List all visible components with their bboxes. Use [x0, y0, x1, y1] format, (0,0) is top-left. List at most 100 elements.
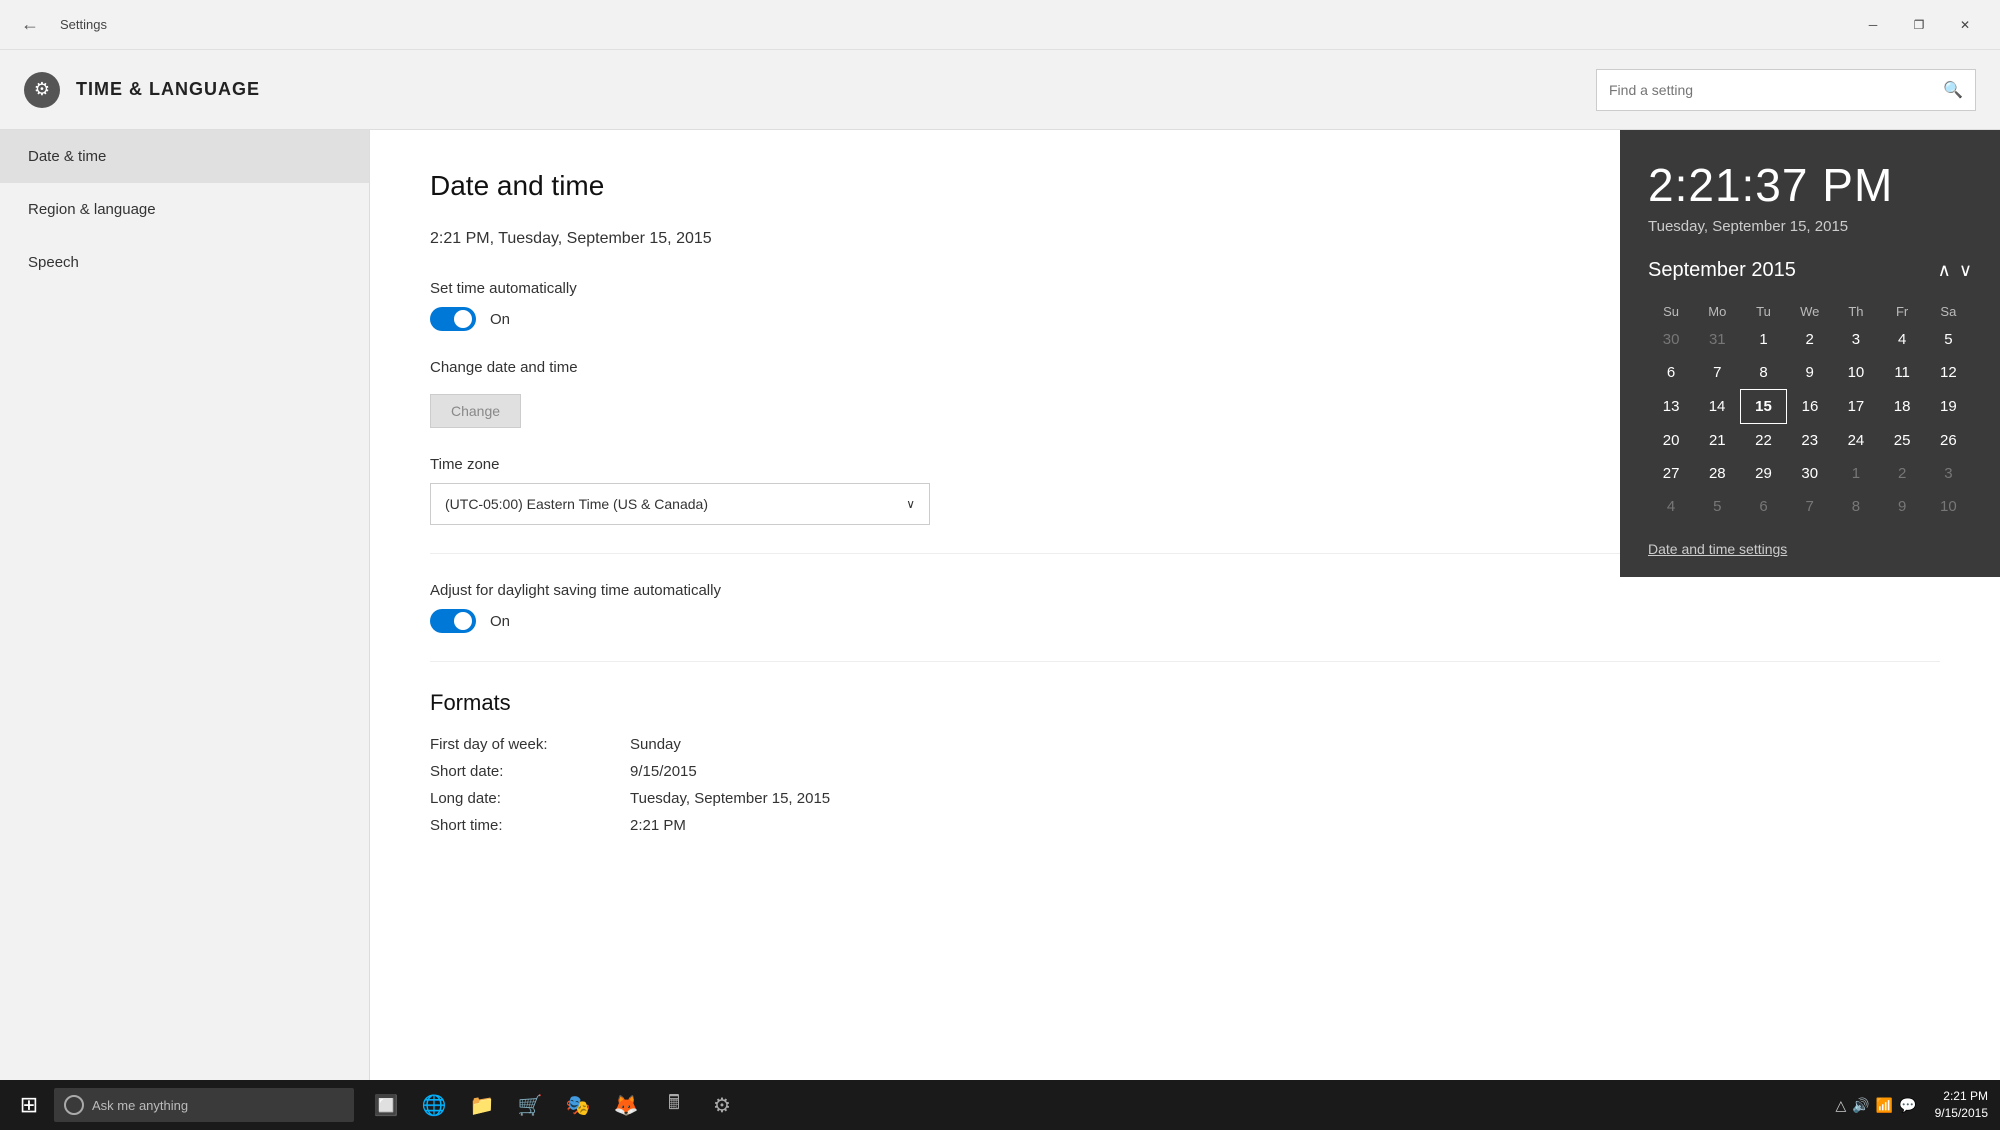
- calendar-day[interactable]: 8: [1833, 490, 1879, 523]
- calendar-day[interactable]: 14: [1694, 390, 1740, 424]
- calendar-day[interactable]: 10: [1925, 490, 1971, 523]
- calendar-day[interactable]: 24: [1833, 424, 1879, 458]
- tray-chevron-icon[interactable]: △: [1836, 1097, 1847, 1114]
- tray-notification-icon[interactable]: 💬: [1899, 1097, 1916, 1114]
- calendar-day[interactable]: 6: [1740, 490, 1786, 523]
- calendar-day[interactable]: 4: [1879, 323, 1925, 356]
- weekday-sa: Sa: [1925, 300, 1971, 323]
- calendar-week-row: 13141516171819: [1648, 390, 1972, 424]
- calendar-nav: ∧ ∨: [1938, 260, 1972, 281]
- calendar-day[interactable]: 1: [1833, 457, 1879, 490]
- close-button[interactable]: ✕: [1942, 0, 1988, 50]
- calendar-day[interactable]: 15: [1740, 390, 1786, 424]
- taskbar-app-explorer[interactable]: 📁: [458, 1080, 506, 1130]
- taskbar-clock[interactable]: 2:21 PM 9/15/2015: [1927, 1088, 1996, 1122]
- dst-toggle[interactable]: [430, 609, 476, 633]
- calendar-day[interactable]: 4: [1648, 490, 1694, 523]
- dropdown-arrow-icon: ∨: [906, 497, 915, 511]
- format-row-2: Long date: Tuesday, September 15, 2015: [430, 790, 1940, 807]
- set-time-auto-toggle[interactable]: [430, 307, 476, 331]
- calendar-day[interactable]: 29: [1740, 457, 1786, 490]
- calendar-day[interactable]: 11: [1879, 356, 1925, 390]
- calendar-day[interactable]: 10: [1833, 356, 1879, 390]
- sidebar-item-speech[interactable]: Speech: [0, 236, 369, 289]
- tray-volume-icon[interactable]: 🔊: [1852, 1097, 1869, 1114]
- settings-icon: ⚙: [24, 72, 60, 108]
- taskbar-app-photos[interactable]: 🎭: [554, 1080, 602, 1130]
- dst-group: Adjust for daylight saving time automati…: [430, 582, 1940, 633]
- calendar-day[interactable]: 8: [1740, 356, 1786, 390]
- maximize-button[interactable]: ❐: [1896, 0, 1942, 50]
- taskbar-app-edge[interactable]: 🌐: [410, 1080, 458, 1130]
- weekday-mo: Mo: [1694, 300, 1740, 323]
- calendar-day[interactable]: 2: [1787, 323, 1833, 356]
- calendar-day[interactable]: 7: [1694, 356, 1740, 390]
- calendar-day[interactable]: 18: [1879, 390, 1925, 424]
- calendar-weekdays-row: Su Mo Tu We Th Fr Sa: [1648, 300, 1972, 323]
- calendar-day[interactable]: 20: [1648, 424, 1694, 458]
- tray-network-icon[interactable]: 📶: [1876, 1097, 1893, 1114]
- calendar-day[interactable]: 3: [1925, 457, 1971, 490]
- minimize-button[interactable]: ─: [1850, 0, 1896, 50]
- calendar-day[interactable]: 2: [1879, 457, 1925, 490]
- app-title: TIME & LANGUAGE: [76, 79, 260, 100]
- calendar-week-row: 45678910: [1648, 490, 1972, 523]
- calendar-day[interactable]: 5: [1694, 490, 1740, 523]
- calendar-day[interactable]: 9: [1787, 356, 1833, 390]
- taskbar-app-settings[interactable]: ⚙: [698, 1080, 746, 1130]
- taskbar-app-task-view[interactable]: 🔲: [362, 1080, 410, 1130]
- calendar-day[interactable]: 30: [1787, 457, 1833, 490]
- format-row-1: Short date: 9/15/2015: [430, 763, 1940, 780]
- calendar-day[interactable]: 31: [1694, 323, 1740, 356]
- taskbar-time: 2:21 PM: [1935, 1088, 1988, 1105]
- calendar-prev-button[interactable]: ∧: [1938, 260, 1951, 281]
- calendar-week-row: 303112345: [1648, 323, 1972, 356]
- calendar-day[interactable]: 23: [1787, 424, 1833, 458]
- taskbar-search[interactable]: Ask me anything: [54, 1088, 354, 1122]
- calendar-next-button[interactable]: ∨: [1959, 260, 1972, 281]
- taskbar-app-calculator[interactable]: 🖩: [650, 1080, 698, 1130]
- app-header-left: ⚙ TIME & LANGUAGE: [24, 72, 260, 108]
- calendar-day[interactable]: 27: [1648, 457, 1694, 490]
- dst-toggle-row: On: [430, 609, 1940, 633]
- calendar-settings-link[interactable]: Date and time settings: [1648, 541, 1972, 557]
- formats-title: Formats: [430, 690, 1940, 716]
- calendar-day[interactable]: 16: [1787, 390, 1833, 424]
- sidebar-item-region-language[interactable]: Region & language: [0, 183, 369, 236]
- back-button[interactable]: ←: [12, 7, 48, 43]
- search-icon[interactable]: 🔍: [1943, 80, 1963, 100]
- calendar-day[interactable]: 21: [1694, 424, 1740, 458]
- calendar-day[interactable]: 25: [1879, 424, 1925, 458]
- set-time-auto-state: On: [490, 311, 510, 328]
- start-icon: ⊞: [20, 1092, 38, 1118]
- timezone-dropdown[interactable]: (UTC-05:00) Eastern Time (US & Canada) ∨: [430, 483, 930, 525]
- calendar-day[interactable]: 7: [1787, 490, 1833, 523]
- change-button[interactable]: Change: [430, 394, 521, 428]
- calendar-grid: Su Mo Tu We Th Fr Sa 3031123456789101112…: [1648, 300, 1972, 523]
- taskbar-app-firefox[interactable]: 🦊: [602, 1080, 650, 1130]
- calendar-day[interactable]: 17: [1833, 390, 1879, 424]
- calendar-day[interactable]: 1: [1740, 323, 1786, 356]
- sidebar-item-date-time[interactable]: Date & time: [0, 130, 369, 183]
- search-input[interactable]: [1609, 82, 1943, 98]
- calendar-day[interactable]: 30: [1648, 323, 1694, 356]
- clock-time: 2:21:37 PM: [1648, 158, 1972, 212]
- calendar-day[interactable]: 13: [1648, 390, 1694, 424]
- titlebar-title: Settings: [60, 17, 107, 32]
- calendar-day[interactable]: 26: [1925, 424, 1971, 458]
- search-circle-icon: [64, 1095, 84, 1115]
- calendar-day[interactable]: 19: [1925, 390, 1971, 424]
- dst-label: Adjust for daylight saving time automati…: [430, 582, 1940, 599]
- calendar-day[interactable]: 3: [1833, 323, 1879, 356]
- search-box[interactable]: 🔍: [1596, 69, 1976, 111]
- taskbar-app-store[interactable]: 🛒: [506, 1080, 554, 1130]
- calendar-day[interactable]: 28: [1694, 457, 1740, 490]
- titlebar-left: ← Settings: [12, 7, 107, 43]
- calendar-day[interactable]: 9: [1879, 490, 1925, 523]
- calendar-day[interactable]: 12: [1925, 356, 1971, 390]
- calendar-day[interactable]: 22: [1740, 424, 1786, 458]
- start-button[interactable]: ⊞: [4, 1080, 54, 1130]
- calendar-day[interactable]: 5: [1925, 323, 1971, 356]
- formats-group: Formats First day of week: Sunday Short …: [430, 690, 1940, 834]
- calendar-day[interactable]: 6: [1648, 356, 1694, 390]
